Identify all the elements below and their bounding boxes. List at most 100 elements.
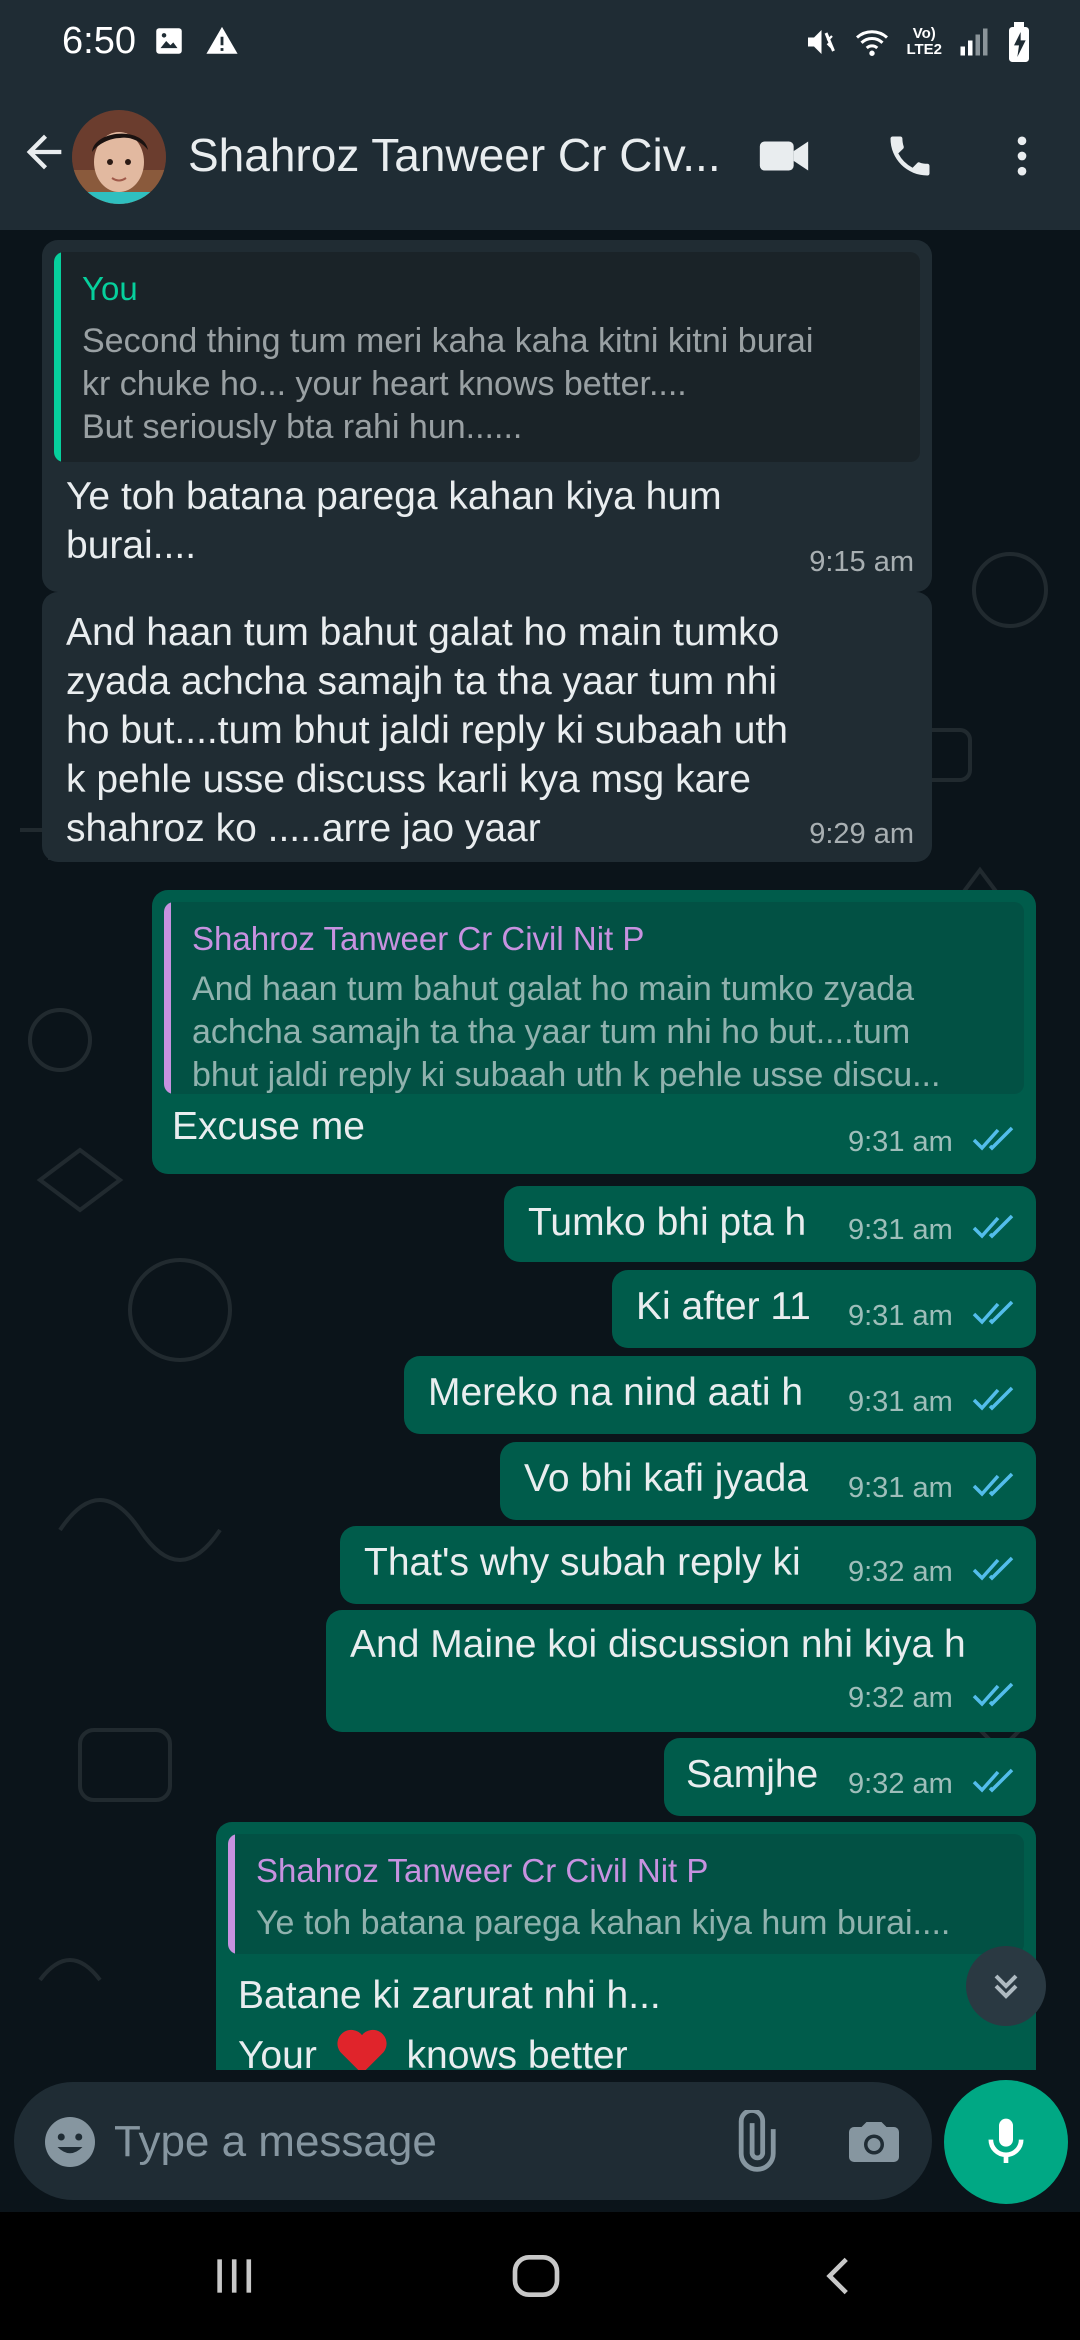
read-ticks-icon (972, 1556, 1014, 1581)
voice-record-button[interactable] (944, 2080, 1068, 2204)
signal-icon (960, 28, 988, 56)
read-ticks-icon (972, 1472, 1014, 1497)
quote-accent-bar (164, 902, 171, 1094)
outgoing-message[interactable]: Shahroz Tanweer Cr Civil Nit P Ye toh ba… (216, 1822, 1036, 2070)
emoji-button[interactable] (40, 2112, 100, 2172)
message-time: 9:31 am (848, 1386, 953, 1418)
mute-icon (808, 30, 836, 54)
warning-icon (206, 26, 238, 54)
network-type: Vo) LTE2 (906, 26, 942, 58)
message-time: 9:31 am (848, 1126, 953, 1158)
recent-apps-icon (217, 2259, 252, 2293)
message-time: 9:29 am (809, 818, 914, 850)
status-bar: 6:50 Vo) LTE2 (0, 0, 1080, 84)
outgoing-message[interactable]: Samjhe 9:32 am (664, 1738, 1036, 1816)
system-navigation-bar (0, 2212, 1080, 2340)
message-text: And Maine koi discussion nhi kiya h (350, 1623, 966, 1666)
message-text: Samjhe (686, 1753, 819, 1796)
gallery-icon (156, 28, 182, 54)
quote-line: But seriously bta rahi hun...... (82, 408, 523, 446)
quote-author: Shahroz Tanweer Cr Civil Nit P (192, 920, 645, 957)
composer-bar (0, 2070, 1080, 2212)
chat-header: Shahroz Tanweer Cr Civ... (0, 84, 1080, 230)
message-line: k pehle usse discuss karli kya msg kare (66, 758, 751, 801)
outgoing-message[interactable]: Vo bhi kafi jyada 9:31 am (500, 1442, 1036, 1520)
message-time: 9:32 am (848, 1556, 953, 1588)
network-line-2: LTE2 (906, 41, 942, 58)
quote-line: achcha samajh ta tha yaar tum nhi ho but… (192, 1013, 911, 1051)
quote-line: bhut jaldi reply ki subaah uth k pehle u… (192, 1056, 941, 1094)
incoming-message[interactable]: You Second thing tum meri kaha kaha kitn… (42, 240, 932, 592)
wifi-icon (856, 30, 889, 56)
read-ticks-icon (972, 1214, 1014, 1239)
quoted-reply[interactable]: Shahroz Tanweer Cr Civil Nit P Ye toh ba… (228, 1834, 1024, 1954)
quote-text: Ye toh batana parega kahan kiya hum bura… (256, 1902, 950, 1945)
mic-icon (988, 2118, 1024, 2163)
avatar-photo (72, 110, 166, 204)
message-time: 9:31 am (848, 1300, 953, 1332)
message-time: 9:32 am (848, 1682, 953, 1714)
message-text: And haan tum bahut galat ho main tumko z… (66, 608, 788, 853)
heart-emoji-icon (337, 2029, 387, 2070)
quote-line: kr chuke ho... your heart knows better..… (82, 365, 687, 403)
message-input[interactable] (114, 2112, 694, 2172)
quote-line: Ye toh batana parega kahan kiya hum bura… (256, 1904, 951, 1942)
quote-author: You (82, 270, 138, 307)
message-line: Ye toh batana parega kahan kiya hum (66, 475, 722, 518)
read-ticks-icon (972, 1126, 1014, 1151)
read-ticks-icon (972, 1682, 1014, 1707)
message-time: 9:31 am (848, 1214, 953, 1246)
message-line: shahroz ko .....arre jao yaar (66, 807, 541, 850)
read-ticks-icon (972, 1768, 1014, 1793)
home-button[interactable] (496, 2242, 576, 2310)
message-line: zyada achcha samajh ta tha yaar tum nhi (66, 660, 778, 703)
home-icon (512, 2255, 560, 2297)
message-composer (14, 2082, 932, 2200)
message-line: ho but....tum bhut jaldi reply ki subaah… (66, 709, 788, 752)
read-ticks-icon (972, 1386, 1014, 1411)
message-text: Vo bhi kafi jyada (524, 1457, 809, 1500)
quoted-reply[interactable]: You Second thing tum meri kaha kaha kitn… (54, 252, 920, 462)
contact-avatar[interactable] (72, 110, 166, 204)
attach-icon (738, 2108, 776, 2172)
video-call-button[interactable] (752, 124, 816, 188)
message-text: Ki after 11 (636, 1285, 811, 1328)
quote-text: Second thing tum meri kaha kaha kitni ki… (82, 320, 813, 449)
more-options-button[interactable] (990, 124, 1054, 188)
quote-line: And haan tum bahut galat ho main tumko z… (192, 970, 915, 1008)
battery-charging-icon (1009, 22, 1029, 62)
outgoing-message[interactable]: Ki after 11 9:31 am (612, 1270, 1036, 1348)
nav-back-icon (826, 2257, 848, 2295)
camera-button[interactable] (844, 2112, 904, 2172)
outgoing-message[interactable]: Tumko bhi pta h 9:31 am (504, 1186, 1036, 1262)
attach-button[interactable] (722, 2108, 786, 2174)
quote-line: Second thing tum meri kaha kaha kitni ki… (82, 322, 814, 360)
message-text: Tumko bhi pta h (528, 1201, 807, 1244)
message-time: 9:15 am (809, 546, 914, 578)
message-line: Batane ki zarurat nhi h... (238, 1974, 661, 2017)
scroll-to-bottom-button[interactable] (966, 1946, 1046, 2026)
message-text: Mereko na nind aati h (428, 1371, 804, 1414)
message-text: Excuse me (172, 1105, 365, 1148)
outgoing-message[interactable]: That's why subah reply ki 9:32 am (340, 1526, 1036, 1604)
nav-back-button[interactable] (800, 2242, 880, 2310)
outgoing-message[interactable]: Mereko na nind aati h 9:31 am (404, 1356, 1036, 1434)
message-text: Ye toh batana parega kahan kiya hum bura… (66, 472, 722, 570)
voice-call-button[interactable] (878, 124, 942, 188)
incoming-message[interactable]: And haan tum bahut galat ho main tumko z… (42, 592, 932, 862)
message-time: 9:31 am (848, 1472, 953, 1504)
quoted-reply[interactable]: Shahroz Tanweer Cr Civil Nit P And haan … (164, 902, 1024, 1094)
quote-accent-bar (228, 1834, 235, 1954)
video-call-icon (759, 141, 809, 171)
recent-apps-button[interactable] (194, 2242, 274, 2310)
chat-scroll-area[interactable]: You Second thing tum meri kaha kaha kitn… (0, 230, 1080, 2070)
message-time: 9:32 am (848, 1768, 953, 1800)
camera-icon (849, 2122, 899, 2162)
back-button[interactable] (18, 126, 70, 178)
voice-call-icon (890, 136, 930, 176)
outgoing-message[interactable]: Shahroz Tanweer Cr Civil Nit P And haan … (152, 890, 1036, 1174)
back-arrow-icon (26, 134, 62, 170)
outgoing-message[interactable]: And Maine koi discussion nhi kiya h 9:32… (326, 1610, 1036, 1732)
contact-name[interactable]: Shahroz Tanweer Cr Civ... (188, 128, 728, 182)
message-line: burai.... (66, 524, 197, 567)
